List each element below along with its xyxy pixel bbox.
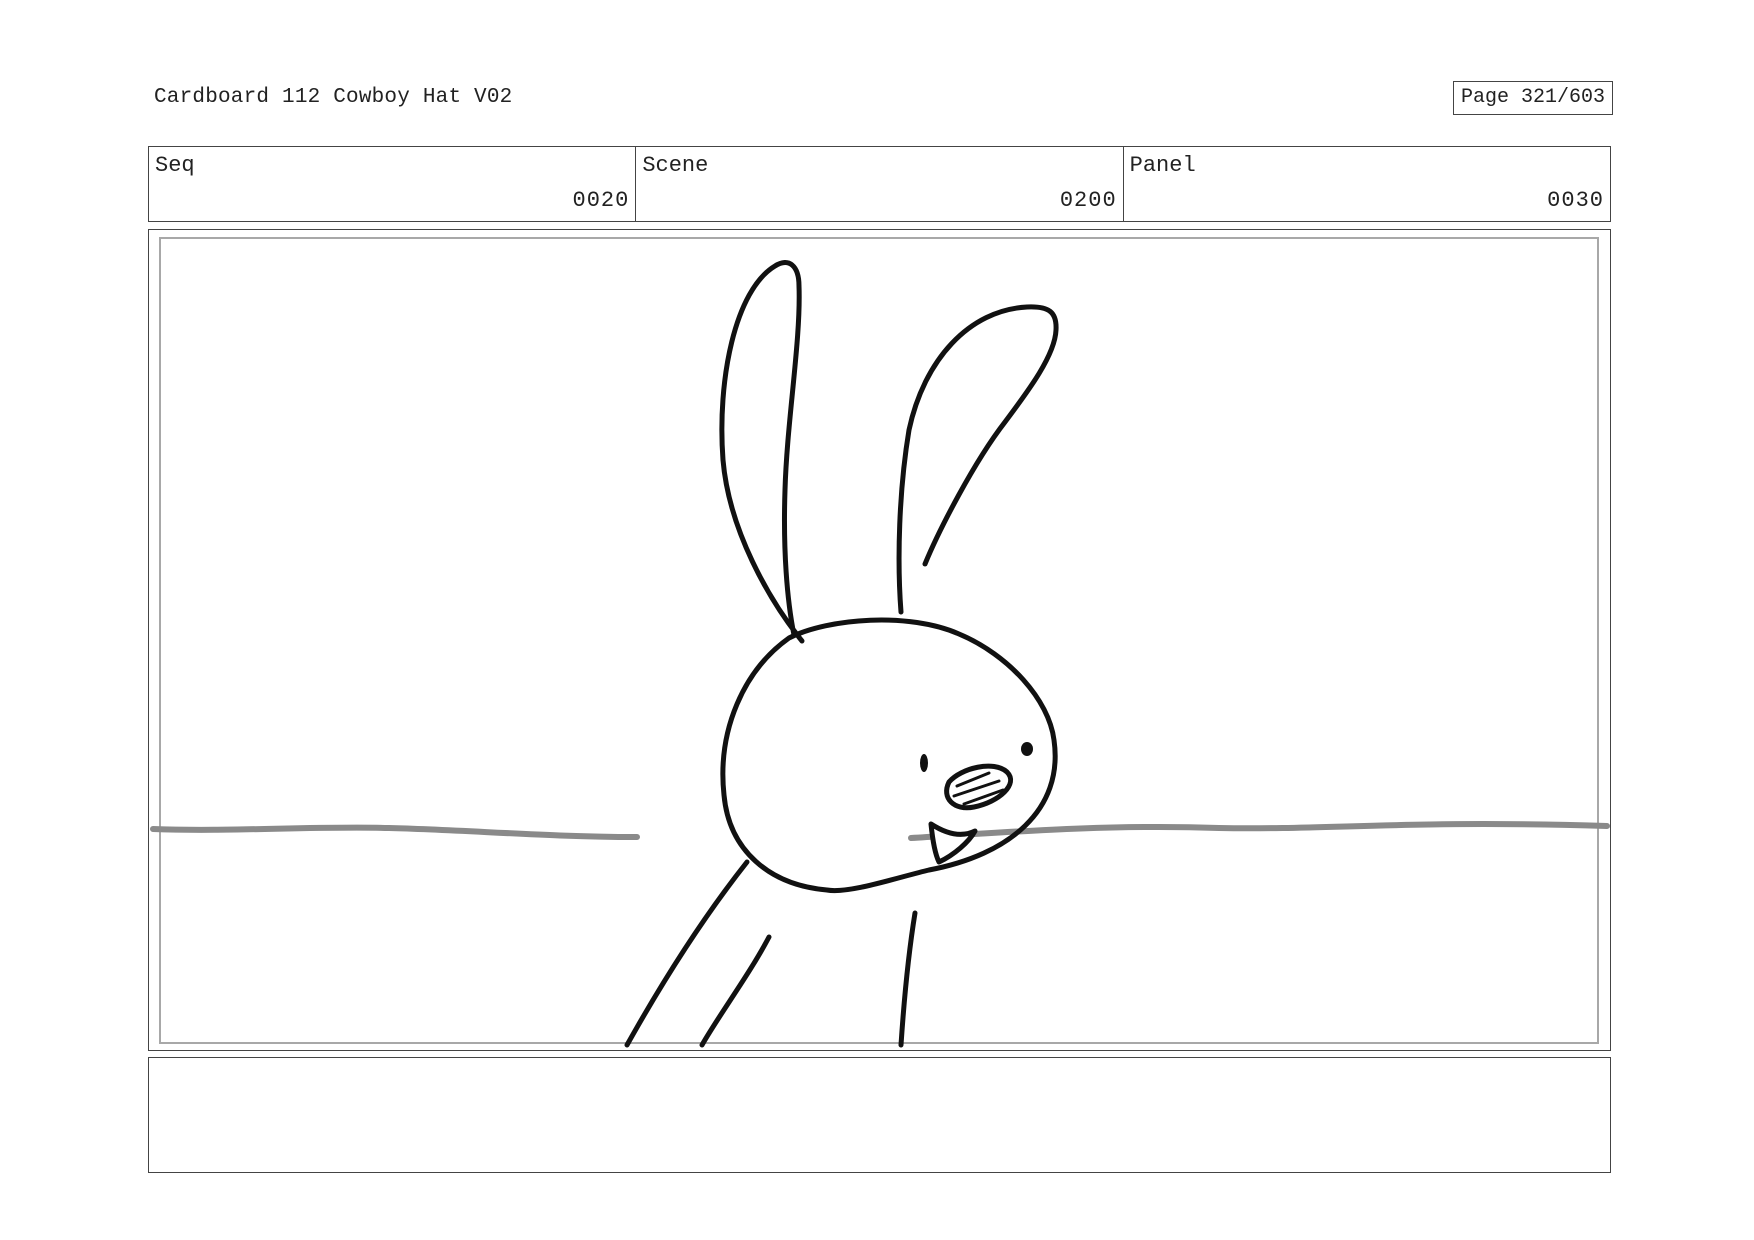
scene-cell: Scene 0200 [636,147,1124,221]
page-counter: Page 321/603 [1453,81,1613,115]
bunny-mouth [928,821,978,865]
panel-cell: Panel 0030 [1124,147,1610,221]
panel-label: Panel [1129,153,1196,178]
scene-value: 0200 [1059,188,1117,213]
bunny-head [720,617,1058,894]
panel-value: 0030 [1547,188,1604,213]
horizon-line-left [150,824,640,840]
bunny-left-ear [719,260,805,644]
seq-label: Seq [155,153,195,178]
scene-label: Scene [642,153,709,178]
seq-cell: Seq 0020 [149,147,637,221]
bunny-body-inner [699,934,772,1048]
bunny-right-ear [896,304,1059,615]
bunny-body-right [898,910,918,1048]
storyboard-frame [148,229,1611,1051]
document-title: Cardboard 112 Cowboy Hat V02 [154,86,513,109]
bunny-body-left [624,859,750,1048]
notes-box [148,1057,1611,1173]
panel-info-row: Seq 0020 Scene 0200 Panel 0030 [148,146,1611,222]
bunny-right-eye [1021,742,1033,756]
bunny-left-eye [920,754,928,772]
storyboard-drawing [150,260,1610,1048]
seq-value: 0020 [572,188,630,213]
